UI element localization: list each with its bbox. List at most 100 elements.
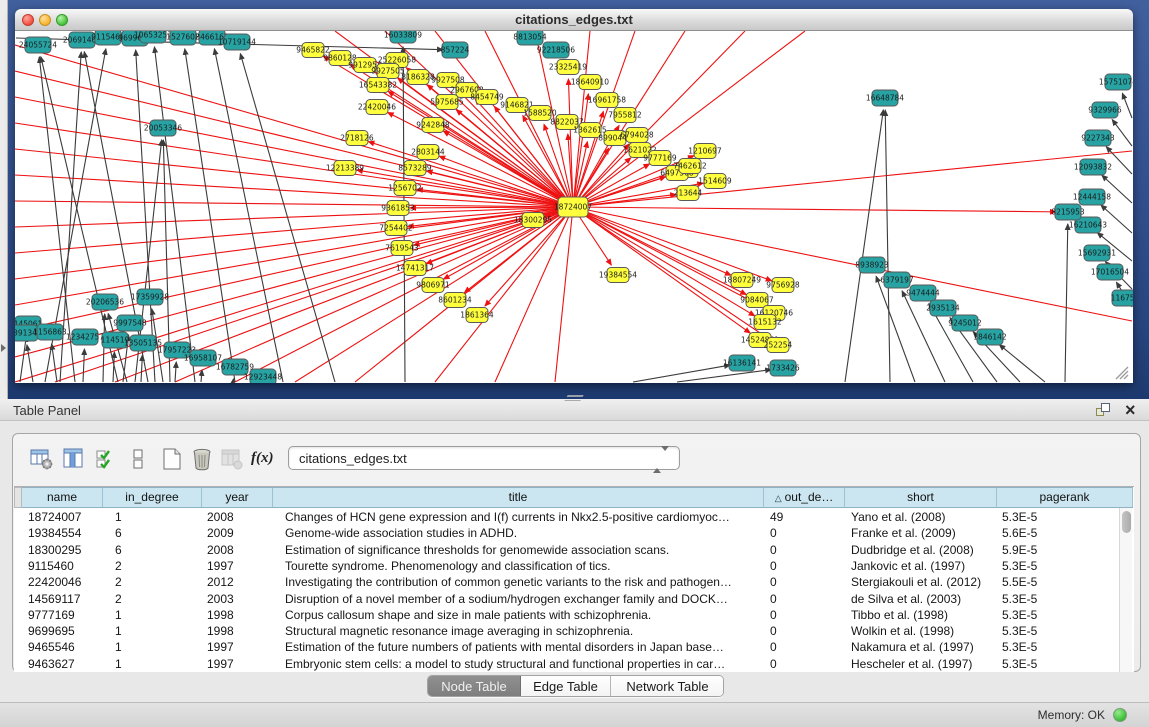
table-cell[interactable]: 1 bbox=[115, 623, 202, 640]
table-cell[interactable]: 0 bbox=[770, 607, 845, 624]
column-header-out_de[interactable]: △out_de… bbox=[764, 488, 845, 507]
graph-node[interactable]: 8215953 bbox=[1051, 204, 1085, 220]
graph-node[interactable]: 7955812 bbox=[608, 108, 642, 123]
create-table-icon[interactable] bbox=[159, 446, 185, 472]
table-cell[interactable]: 5.3E-5 bbox=[1002, 639, 1133, 656]
graph-canvas[interactable]: 1872400794658229860128991295425226058992… bbox=[15, 31, 1133, 383]
table-cell[interactable]: 6 bbox=[115, 525, 202, 542]
table-cell[interactable]: Jankovic et al. (1997) bbox=[851, 558, 997, 575]
scrollbar-thumb[interactable] bbox=[1122, 511, 1131, 533]
table-cell[interactable]: Estimation of significance thresholds fo… bbox=[285, 542, 764, 559]
graph-node[interactable]: 18640910 bbox=[571, 75, 609, 90]
graph-node[interactable]: 15692931 bbox=[1078, 245, 1116, 261]
table-cell[interactable]: 1 bbox=[115, 509, 202, 526]
graph-node[interactable]: 1615132 bbox=[748, 315, 782, 330]
close-panel-icon[interactable]: × bbox=[1125, 399, 1136, 421]
table-row[interactable]: 946362711997Embryonic stem cells: a mode… bbox=[14, 656, 1119, 673]
splitter-handle[interactable] bbox=[564, 395, 583, 401]
table-cell[interactable]: 2 bbox=[115, 558, 202, 575]
graph-node[interactable]: 7254402 bbox=[379, 221, 413, 236]
graph-node[interactable]: 9927505 bbox=[371, 64, 405, 79]
graph-node[interactable]: 12213389 bbox=[326, 161, 364, 176]
column-header-short[interactable]: short bbox=[845, 488, 997, 507]
graph-node[interactable]: 92218506 bbox=[537, 42, 575, 58]
table-cell[interactable]: 1 bbox=[115, 639, 202, 656]
table-cell[interactable]: Embryonic stem cells: a model to study s… bbox=[285, 656, 764, 673]
table-cell[interactable]: 5.9E-5 bbox=[1002, 542, 1133, 559]
table-cell[interactable]: 9115460 bbox=[28, 558, 103, 575]
table-cell[interactable]: Dudbridge et al. (2008) bbox=[851, 542, 997, 559]
table-cell[interactable]: 5.6E-5 bbox=[1002, 525, 1133, 542]
table-cell[interactable]: Tourette syndrome. Phenomenology and cla… bbox=[285, 558, 764, 575]
graph-node[interactable]: 12093832 bbox=[1074, 159, 1112, 175]
graph-node[interactable]: 1861364 bbox=[460, 308, 494, 323]
graph-node[interactable]: 252254 bbox=[764, 338, 793, 353]
select-columns-icon[interactable] bbox=[93, 446, 119, 472]
table-cell[interactable]: 1997 bbox=[207, 558, 273, 575]
table-cell[interactable]: 1 bbox=[115, 656, 202, 673]
panel-collapse-arrow-icon[interactable] bbox=[1, 344, 6, 352]
table-cell[interactable]: Disruption of a novel member of a sodium… bbox=[285, 591, 764, 608]
graph-node[interactable]: 9329966 bbox=[1088, 102, 1122, 118]
table-cell[interactable]: 2009 bbox=[207, 525, 273, 542]
table-row[interactable]: 977716911998Corpus callosum shape and si… bbox=[14, 607, 1119, 624]
table-settings-icon[interactable] bbox=[29, 446, 55, 472]
table-cell[interactable]: Tibbo et al. (1998) bbox=[851, 607, 997, 624]
table-row[interactable]: 9115460 2 1997 Tourette syndrome. Phenomeno… bbox=[14, 558, 1119, 575]
table-cell[interactable]: 19384554 bbox=[28, 525, 103, 542]
graph-node[interactable]: 18724007 bbox=[554, 197, 592, 217]
table-cell[interactable]: 9465546 bbox=[28, 639, 103, 656]
graph-node[interactable]: 17359928 bbox=[131, 289, 169, 305]
graph-node[interactable]: 6379197 bbox=[880, 272, 914, 288]
table-row[interactable]: 18300295 6 2008 Estimation of significance … bbox=[14, 542, 1119, 559]
graph-node[interactable]: 8601234 bbox=[438, 293, 472, 308]
graph-node[interactable]: 12444158 bbox=[1073, 189, 1111, 205]
table-cell[interactable]: 1998 bbox=[207, 623, 273, 640]
memory-status-indicator-icon[interactable] bbox=[1113, 708, 1127, 722]
graph-node[interactable]: 20053346 bbox=[144, 120, 182, 136]
table-cell[interactable]: Franke et al. (2009) bbox=[851, 525, 997, 542]
function-builder-icon[interactable]: f(x) bbox=[251, 450, 277, 476]
table-cell[interactable]: 5.3E-5 bbox=[1002, 656, 1133, 673]
graph-node[interactable]: 8813054 bbox=[513, 31, 547, 45]
table-cell[interactable]: 0 bbox=[770, 525, 845, 542]
table-cell[interactable]: Hescheler et al. (1997) bbox=[851, 656, 997, 673]
import-table-icon[interactable] bbox=[219, 446, 245, 472]
graph-node[interactable]: 7619543 bbox=[385, 241, 419, 256]
graph-node[interactable]: 5975685 bbox=[430, 95, 464, 110]
graph-node[interactable]: 2718126 bbox=[340, 131, 374, 146]
table-cell[interactable]: 1997 bbox=[207, 656, 273, 673]
graph-node[interactable]: 213644 bbox=[674, 186, 703, 201]
table-cell[interactable]: 5.5E-5 bbox=[1002, 574, 1133, 591]
table-cell[interactable]: 0 bbox=[770, 623, 845, 640]
table-cell[interactable]: Stergiakouli et al. (2012) bbox=[851, 574, 997, 591]
graph-node[interactable]: 16033809 bbox=[384, 31, 422, 43]
table-cell[interactable]: Wolkin et al. (1998) bbox=[851, 623, 997, 640]
table-vertical-scrollbar[interactable] bbox=[1119, 508, 1132, 672]
table-cell[interactable]: 2008 bbox=[207, 542, 273, 559]
table-cell[interactable]: 9699695 bbox=[28, 623, 103, 640]
graph-node[interactable]: 9777169 bbox=[643, 151, 677, 166]
window-titlebar[interactable]: citations_edges.txt bbox=[15, 9, 1133, 31]
table-cell[interactable]: Estimation of the future numbers of pati… bbox=[285, 639, 764, 656]
table-cell[interactable]: Changes of HCN gene expression and I(f) … bbox=[285, 509, 764, 526]
graph-node[interactable]: 9756928 bbox=[766, 278, 800, 293]
table-cell[interactable]: 6 bbox=[115, 542, 202, 559]
table-cell[interactable]: 2003 bbox=[207, 591, 273, 608]
column-header-year[interactable]: year bbox=[202, 488, 273, 507]
table-row[interactable]: 1872400712008Changes of HCN gene express… bbox=[14, 509, 1119, 526]
table-cell[interactable]: 0 bbox=[770, 558, 845, 575]
table-cell[interactable]: Structural magnetic resonance image aver… bbox=[285, 623, 764, 640]
table-cell[interactable]: 5.3E-5 bbox=[1002, 509, 1133, 526]
graph-node[interactable]: 116753 bbox=[1111, 290, 1133, 306]
graph-node[interactable]: 1256702 bbox=[388, 181, 422, 196]
table-cell[interactable]: Corpus callosum shape and size in male p… bbox=[285, 607, 764, 624]
table-cell[interactable]: 18300295 bbox=[28, 542, 103, 559]
table-cell[interactable]: 49 bbox=[770, 509, 845, 526]
graph-node[interactable]: 9806971 bbox=[416, 278, 450, 293]
graph-node[interactable]: 9245012 bbox=[948, 315, 982, 331]
table-cell[interactable]: 5.3E-5 bbox=[1002, 558, 1133, 575]
table-row[interactable]: 2242004622012Investigating the contribut… bbox=[14, 574, 1119, 591]
table-panel-header[interactable]: Table Panel × bbox=[0, 399, 1149, 421]
table-row[interactable]: 9699695 1 1998 Structural magnetic resonanc… bbox=[14, 623, 1119, 640]
